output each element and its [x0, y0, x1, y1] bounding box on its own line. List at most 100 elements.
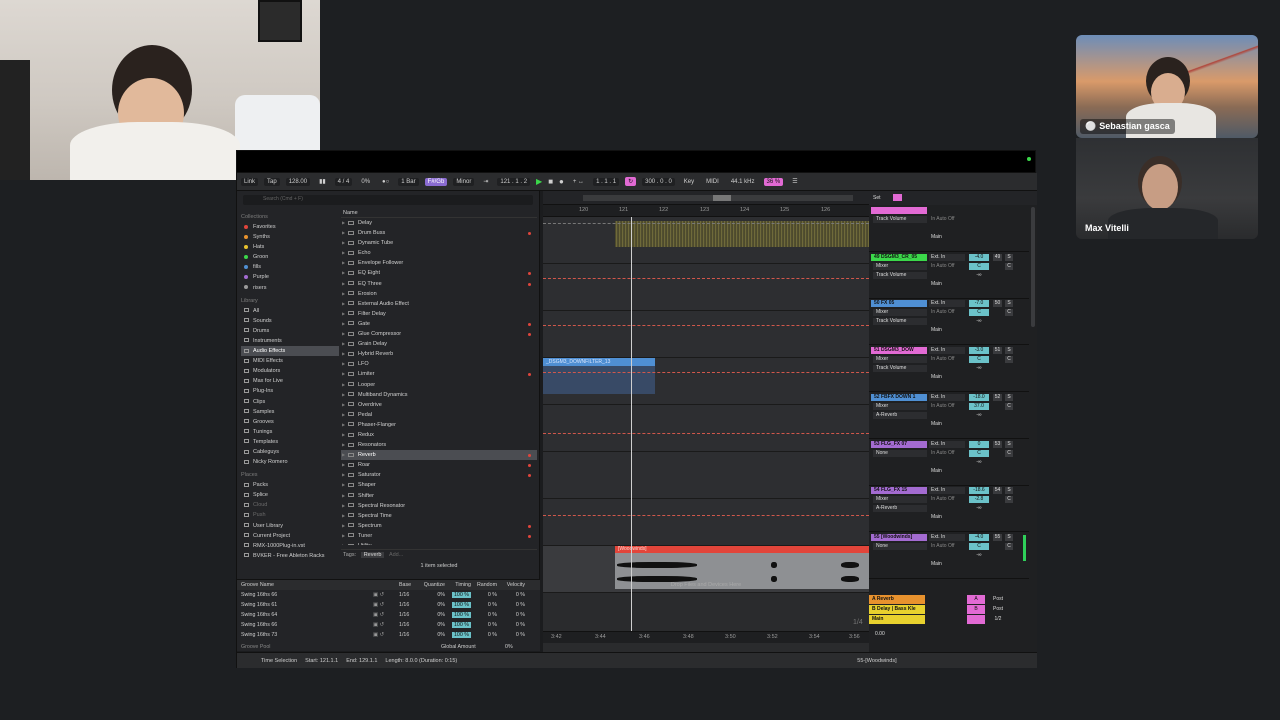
library-item[interactable]: Drums	[241, 326, 339, 336]
output-select[interactable]: Main	[929, 514, 965, 521]
follow-icon[interactable]: ⇥	[480, 177, 491, 186]
expand-arrow-icon[interactable]: ▶	[342, 359, 345, 369]
groove-row[interactable]: Swing 16ths 66 ▣ ↺ 1/16 0% 100 % 0 % 0 %	[237, 620, 540, 630]
groove-quantize[interactable]: 0%	[421, 610, 445, 620]
pan-field[interactable]: C	[969, 542, 989, 550]
song-position-field[interactable]: 121 . 1 . 2	[497, 177, 531, 186]
parameter-chooser[interactable]: Track Volume	[873, 365, 927, 373]
collection-item[interactable]: Synths	[241, 232, 339, 242]
collection-item[interactable]: Hats	[241, 242, 339, 252]
groove-base[interactable]: 1/16	[399, 630, 421, 640]
browser-search-input[interactable]: Search (Cmd + F)	[243, 195, 533, 205]
metronome-icon[interactable]: ▮▮	[316, 177, 329, 186]
place-item[interactable]: Current Project	[241, 531, 339, 541]
record-quantize-icon[interactable]: ●○	[379, 178, 392, 186]
expand-arrow-icon[interactable]: ▶	[342, 268, 345, 278]
monitor-switch[interactable]: In Auto Off	[929, 356, 965, 363]
output-select[interactable]: Main	[929, 561, 965, 568]
pan-field[interactable]: C	[969, 449, 989, 457]
device-list-item[interactable]: ▶ Glue Compressor	[341, 329, 537, 339]
device-list-item[interactable]: ▶ Hybrid Reverb	[341, 349, 537, 359]
expand-arrow-icon[interactable]: ▶	[342, 521, 345, 531]
library-item[interactable]: Templates	[241, 437, 339, 447]
device-list-item[interactable]: ▶ Redux	[341, 430, 537, 440]
parameter-chooser[interactable]: Track Volume	[873, 318, 927, 326]
link-button[interactable]: Link	[241, 177, 259, 186]
device-list-item[interactable]: ▶ Limiter	[341, 369, 537, 379]
groove-commit-icon[interactable]: ▣ ↺	[373, 610, 399, 620]
play-icon[interactable]: ▶	[536, 177, 542, 186]
output-select[interactable]: Main	[929, 468, 965, 475]
pan-field[interactable]: C	[969, 309, 989, 317]
track-name[interactable]: 51 DSGM3_DOW	[871, 347, 927, 355]
groove-velocity[interactable]: 0 %	[497, 620, 525, 630]
place-item[interactable]: Splice	[241, 490, 339, 500]
overview-viewport[interactable]	[713, 195, 731, 201]
track-lane[interactable]	[543, 217, 869, 264]
groove-base[interactable]: 1/16	[399, 590, 421, 600]
expand-arrow-icon[interactable]: ▶	[342, 470, 345, 480]
monitor-switch[interactable]: In Auto Off	[929, 403, 965, 410]
track-lane[interactable]	[543, 452, 869, 499]
loop-end-field[interactable]: 300 . 0 . 0	[642, 177, 675, 186]
groove-timing[interactable]: 100 %	[445, 620, 471, 630]
groove-quantize[interactable]: 0%	[421, 620, 445, 630]
grid-resolution[interactable]: 1/4	[853, 619, 863, 626]
collection-item[interactable]: Groon	[241, 252, 339, 262]
groove-base[interactable]: 1/16	[399, 600, 421, 610]
arrangement-overview[interactable]	[543, 191, 869, 205]
solo-button[interactable]: S	[1005, 440, 1013, 448]
place-item[interactable]: RMX-1000Plug-in.vst	[241, 541, 339, 551]
arm-button[interactable]: C	[1005, 309, 1013, 317]
device-list-item[interactable]: ▶ EQ Eight	[341, 268, 537, 278]
groove-timing[interactable]: 100 %	[445, 600, 471, 610]
return-track[interactable]: B Delay | Bass Kle B Post	[869, 605, 1037, 614]
tempo-field[interactable]: 128.00	[285, 177, 311, 186]
expand-arrow-icon[interactable]: ▶	[342, 450, 345, 460]
groove-quantize[interactable]: 0%	[421, 590, 445, 600]
device-list-item[interactable]: ▶ Phaser-Flanger	[341, 420, 537, 430]
device-list-item[interactable]: ▶ Tuner	[341, 531, 537, 541]
output-select[interactable]: Main	[929, 234, 965, 241]
groove-random[interactable]: 0 %	[471, 620, 497, 630]
device-list-item[interactable]: ▶ Filter Delay	[341, 309, 537, 319]
groove-base[interactable]: 1/16	[399, 620, 421, 630]
groove-base[interactable]: 1/16	[399, 610, 421, 620]
volume-field[interactable]: -18.6	[969, 487, 989, 495]
collection-item[interactable]: risers	[241, 283, 339, 293]
stop-icon[interactable]: ■	[548, 177, 553, 186]
library-item[interactable]: Sounds	[241, 316, 339, 326]
input-type-select[interactable]: Ext. In	[929, 487, 965, 495]
device-list-item[interactable]: ▶ Utility	[341, 541, 537, 545]
device-list-item[interactable]: ▶ Envelope Follower	[341, 258, 537, 268]
monitor-switch[interactable]: In Auto Off	[929, 450, 965, 457]
solo-button[interactable]: S	[1005, 300, 1013, 308]
expand-arrow-icon[interactable]: ▶	[342, 248, 345, 258]
solo-button[interactable]: S	[1005, 487, 1013, 495]
key-map-button[interactable]: Key	[681, 178, 697, 186]
track-activator-button[interactable]: 50	[993, 300, 1002, 308]
time-signature-field[interactable]: 4 / 4	[334, 177, 353, 186]
monitor-switch[interactable]: In Auto Off	[929, 309, 965, 316]
track-lane[interactable]	[543, 499, 869, 546]
volume-field[interactable]: -4.0	[969, 533, 989, 541]
monitor-switch[interactable]: In Auto Off	[929, 263, 965, 270]
solo-button[interactable]: S	[1005, 253, 1013, 261]
volume-field[interactable]: -7.0	[969, 300, 989, 308]
track-lane[interactable]: _DSGM3_DOWNFILTER_13	[543, 358, 869, 405]
track-name[interactable]: 49 DSGM3_CR_05	[871, 253, 927, 261]
track-activator-button[interactable]: 52	[993, 393, 1002, 401]
groove-random[interactable]: 0 %	[471, 590, 497, 600]
library-item[interactable]: Cableguys	[241, 447, 339, 457]
beat-ruler[interactable]: 120 121 122 123 124 125 126	[543, 205, 869, 217]
device-chooser[interactable]: Mixer	[873, 356, 927, 364]
library-item[interactable]: Instruments	[241, 336, 339, 346]
parameter-chooser[interactable]: A-Reverb	[873, 505, 927, 513]
device-chooser[interactable]: Track Volume	[873, 216, 927, 223]
track-activator-button[interactable]: 54	[993, 487, 1002, 495]
device-chooser[interactable]: Mixer	[873, 402, 927, 410]
expand-arrow-icon[interactable]: ▶	[342, 541, 345, 545]
expand-arrow-icon[interactable]: ▶	[342, 430, 345, 440]
device-list-item[interactable]: ▶ Spectral Time	[341, 511, 537, 521]
monitor-switch[interactable]: In Auto Off	[929, 496, 965, 503]
